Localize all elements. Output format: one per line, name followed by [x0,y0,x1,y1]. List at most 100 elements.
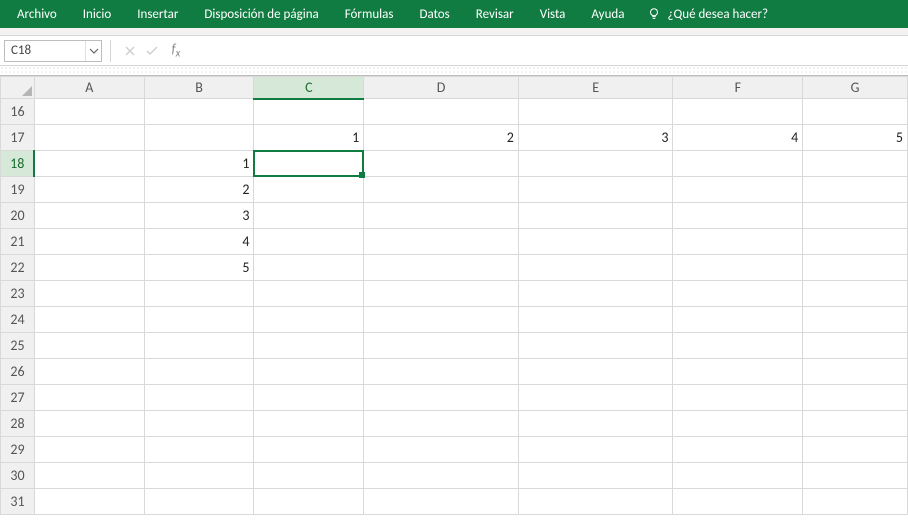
row-header-22[interactable]: 22 [1,255,35,281]
column-header-c[interactable]: C [254,77,364,99]
cell-G29[interactable] [803,437,908,463]
cell-G21[interactable] [803,229,908,255]
cell-B22[interactable]: 5 [144,255,254,281]
row-header-31[interactable]: 31 [1,489,35,515]
row-header-28[interactable]: 28 [1,411,35,437]
row-header-25[interactable]: 25 [1,333,35,359]
cell-G26[interactable] [803,359,908,385]
cell-E17[interactable]: 3 [518,125,673,151]
insert-function-button[interactable]: fx [163,40,185,62]
cell-F24[interactable] [673,307,803,333]
cell-B19[interactable]: 2 [144,177,254,203]
cell-G17[interactable]: 5 [803,125,908,151]
cell-C21[interactable] [254,229,364,255]
cell-B23[interactable] [144,281,254,307]
cell-A19[interactable] [34,177,144,203]
row-header-30[interactable]: 30 [1,463,35,489]
row-header-21[interactable]: 21 [1,229,35,255]
cell-E30[interactable] [518,463,673,489]
ribbon-tab-vista[interactable]: Vista [527,0,579,28]
cell-E23[interactable] [518,281,673,307]
column-header-f[interactable]: F [673,77,803,99]
cell-B18[interactable]: 1 [144,151,254,177]
cell-C17[interactable]: 1 [254,125,364,151]
cell-F18[interactable] [673,151,803,177]
cell-D27[interactable] [364,385,519,411]
cell-G27[interactable] [803,385,908,411]
cell-C24[interactable] [254,307,364,333]
cell-B17[interactable] [144,125,254,151]
cell-E31[interactable] [518,489,673,515]
row-header-16[interactable]: 16 [1,99,35,125]
select-all-corner[interactable] [1,77,35,99]
cell-F27[interactable] [673,385,803,411]
cell-A28[interactable] [34,411,144,437]
cell-G16[interactable] [803,99,908,125]
cell-F25[interactable] [673,333,803,359]
cell-F21[interactable] [673,229,803,255]
row-header-29[interactable]: 29 [1,437,35,463]
cell-B20[interactable]: 3 [144,203,254,229]
cell-D26[interactable] [364,359,519,385]
cell-B27[interactable] [144,385,254,411]
cell-E25[interactable] [518,333,673,359]
cancel-formula-button[interactable] [119,40,141,62]
cell-G20[interactable] [803,203,908,229]
column-header-b[interactable]: B [144,77,254,99]
spreadsheet-grid[interactable]: ABCDEFG 16171234518119220321422523242526… [0,76,908,515]
cell-D16[interactable] [364,99,519,125]
cell-D31[interactable] [364,489,519,515]
cell-A29[interactable] [34,437,144,463]
row-header-27[interactable]: 27 [1,385,35,411]
cell-D20[interactable] [364,203,519,229]
cell-F19[interactable] [673,177,803,203]
cell-C23[interactable] [254,281,364,307]
cell-A20[interactable] [34,203,144,229]
ribbon-tab-archivo[interactable]: Archivo [4,0,70,28]
cell-F26[interactable] [673,359,803,385]
cell-E29[interactable] [518,437,673,463]
cell-E19[interactable] [518,177,673,203]
cell-A30[interactable] [34,463,144,489]
cell-F16[interactable] [673,99,803,125]
cell-F29[interactable] [673,437,803,463]
cell-G22[interactable] [803,255,908,281]
cell-G18[interactable] [803,151,908,177]
cell-A27[interactable] [34,385,144,411]
cell-F30[interactable] [673,463,803,489]
cell-A22[interactable] [34,255,144,281]
cell-B21[interactable]: 4 [144,229,254,255]
cell-B30[interactable] [144,463,254,489]
cell-A25[interactable] [34,333,144,359]
cell-G31[interactable] [803,489,908,515]
cell-F20[interactable] [673,203,803,229]
cell-B26[interactable] [144,359,254,385]
row-header-17[interactable]: 17 [1,125,35,151]
ribbon-tab-insertar[interactable]: Insertar [124,0,191,28]
cell-C27[interactable] [254,385,364,411]
tell-me-search[interactable]: ¿Qué desea hacer? [637,7,778,22]
row-header-18[interactable]: 18 [1,151,35,177]
cell-D29[interactable] [364,437,519,463]
cell-E26[interactable] [518,359,673,385]
column-header-d[interactable]: D [364,77,519,99]
cell-E16[interactable] [518,99,673,125]
cell-G25[interactable] [803,333,908,359]
cell-C18[interactable] [254,151,364,177]
cell-F28[interactable] [673,411,803,437]
name-box[interactable]: C18 [4,40,102,62]
cell-D23[interactable] [364,281,519,307]
row-header-26[interactable]: 26 [1,359,35,385]
cell-C16[interactable] [254,99,364,125]
cell-E20[interactable] [518,203,673,229]
cell-C31[interactable] [254,489,364,515]
cell-B28[interactable] [144,411,254,437]
cell-C28[interactable] [254,411,364,437]
cell-E21[interactable] [518,229,673,255]
cell-D22[interactable] [364,255,519,281]
cell-D25[interactable] [364,333,519,359]
row-header-24[interactable]: 24 [1,307,35,333]
cell-D17[interactable]: 2 [364,125,519,151]
cell-A31[interactable] [34,489,144,515]
cell-B25[interactable] [144,333,254,359]
